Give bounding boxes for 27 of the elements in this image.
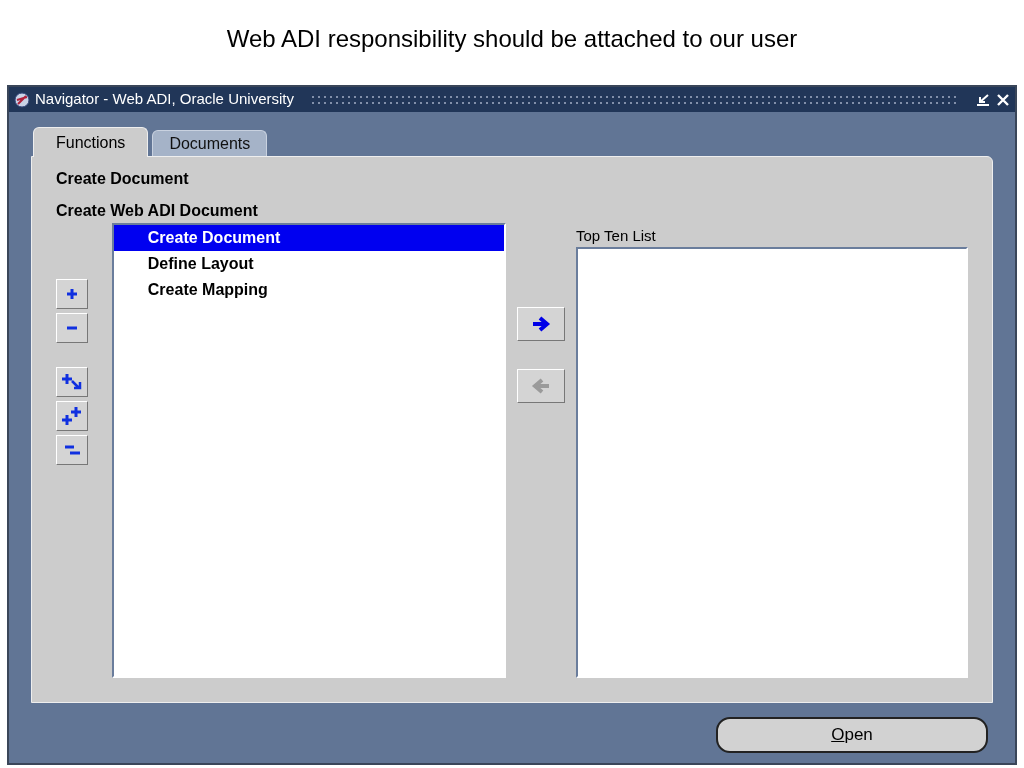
open-button[interactable]: Open [716,717,988,753]
add-to-list-button[interactable] [516,307,565,341]
left-arrow-icon [530,378,551,394]
minimize-icon[interactable] [975,92,991,107]
app-icon [13,91,31,108]
window-title: Navigator - Web ADI, Oracle University [35,89,294,110]
list-item[interactable]: Define Layout [113,251,504,277]
list-item[interactable]: Create Mapping [113,277,504,303]
plus-icon [66,288,78,300]
list-label: Top Ten List [576,226,657,246]
breadcrumb-text: Create Document [56,169,190,189]
list-item[interactable]: Create Document [113,225,504,251]
minus-icon [66,326,78,330]
right-arrow-icon [530,316,551,332]
tab[interactable]: Functions [33,127,149,157]
close-icon[interactable] [995,92,1011,107]
slide-title: Web ADI responsibility should be attached to our user [226,23,798,54]
double-plus-icon [61,406,83,426]
collapse-button[interactable] [56,313,88,343]
expand-button[interactable] [56,279,88,309]
collapse-all-button[interactable] [56,435,88,465]
expand-branch-button[interactable] [56,367,88,397]
double-minus-icon [62,444,82,456]
plus-arrow-icon [61,373,83,391]
expand-all-button[interactable] [56,401,88,431]
tab[interactable]: Documents [152,130,268,156]
breadcrumb-text: Create Web ADI Document [56,201,259,221]
